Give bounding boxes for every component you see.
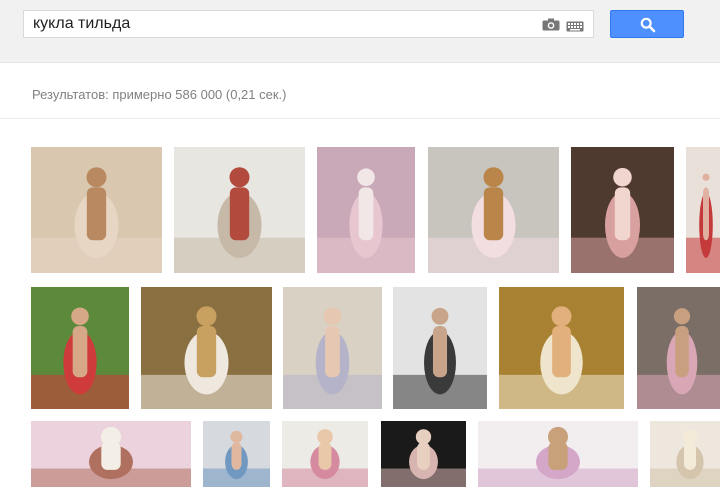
image-result-thumbnail[interactable]: [428, 147, 559, 273]
image-result-thumbnail[interactable]: [499, 287, 624, 409]
image-result-thumbnail[interactable]: [31, 287, 129, 409]
image-result-thumbnail[interactable]: [141, 287, 272, 409]
image-result-thumbnail[interactable]: [31, 421, 191, 487]
top-bar: [0, 0, 720, 63]
camera-icon[interactable]: [542, 18, 560, 31]
search-icon: [640, 17, 656, 33]
image-result-thumbnail[interactable]: [571, 147, 674, 273]
search-input[interactable]: [24, 11, 538, 37]
keyboard-icon[interactable]: [566, 19, 584, 32]
image-result-thumbnail[interactable]: [478, 421, 638, 487]
image-result-thumbnail[interactable]: [637, 287, 720, 409]
search-button[interactable]: [610, 10, 684, 38]
image-result-thumbnail[interactable]: [686, 147, 720, 273]
search-box[interactable]: [23, 10, 594, 38]
image-result-thumbnail[interactable]: [31, 147, 162, 273]
image-result-thumbnail[interactable]: [283, 287, 382, 409]
image-result-thumbnail[interactable]: [381, 421, 466, 487]
result-stats: Результатов: примерно 586 000 (0,21 сек.…: [32, 87, 287, 102]
image-result-thumbnail[interactable]: [203, 421, 270, 487]
image-result-thumbnail[interactable]: [393, 287, 487, 409]
image-result-thumbnail[interactable]: [317, 147, 415, 273]
image-result-thumbnail[interactable]: [650, 421, 720, 487]
image-result-thumbnail[interactable]: [282, 421, 368, 487]
divider: [0, 118, 720, 119]
image-result-thumbnail[interactable]: [174, 147, 305, 273]
